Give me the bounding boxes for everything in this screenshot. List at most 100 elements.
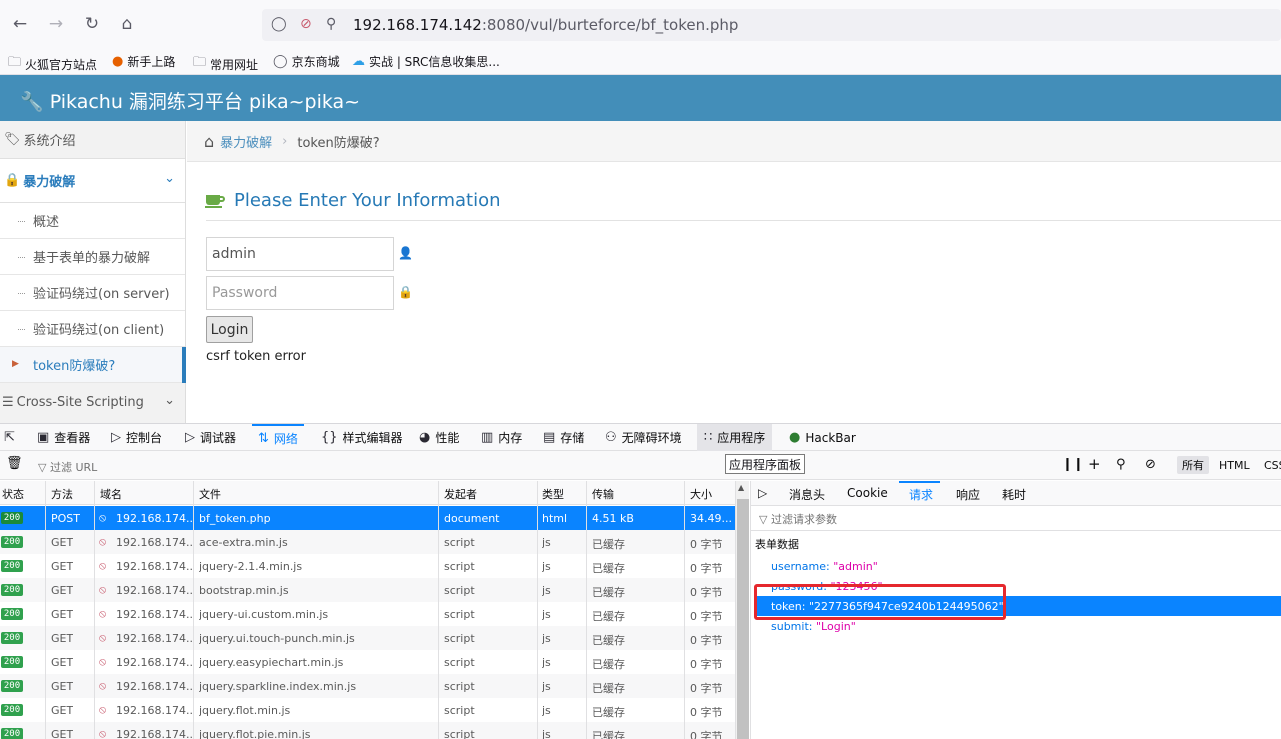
plus-icon[interactable]: +: [1088, 455, 1101, 473]
filter-all[interactable]: 所有: [1177, 456, 1209, 474]
block-icon[interactable]: ⊘: [1145, 457, 1156, 472]
sidebar-item-overview[interactable]: 概述: [0, 203, 185, 239]
inspector-icon: ▣: [37, 430, 50, 445]
status-badge: 200: [1, 632, 23, 644]
table-scrollbar[interactable]: ▲: [735, 481, 749, 739]
column-divider: [45, 481, 46, 739]
cell-initiator: document: [444, 512, 500, 525]
tab-response[interactable]: 响应: [956, 486, 980, 503]
home-icon[interactable]: ⌂: [116, 13, 138, 35]
column-method[interactable]: 方法: [51, 486, 73, 502]
cell-initiator: script: [444, 656, 475, 669]
sidebar-section-bruteforce[interactable]: 🔒 暴力破解 ⌄: [0, 159, 185, 203]
reload-icon[interactable]: ↻: [81, 13, 103, 35]
tab-accessibility[interactable]: ⚇ 无障碍环境: [605, 424, 682, 451]
cell-size: 0 字节: [690, 586, 723, 599]
filter-css[interactable]: CSS: [1259, 456, 1281, 474]
tag-icon: 🏷: [4, 132, 21, 147]
tab-timings[interactable]: 耗时: [1002, 486, 1026, 503]
tab-inspector[interactable]: ▣ 查看器: [37, 424, 90, 451]
table-row[interactable]: 200 ⦸ GET 192.168.174... ace-extra.min.js scr…: [0, 530, 736, 554]
tab-debugger[interactable]: ▷ 调试器: [185, 424, 236, 451]
sidebar-item-token[interactable]: ▶ token防爆破?: [0, 347, 186, 383]
tab-storage[interactable]: ▤ 存储: [543, 424, 584, 451]
tab-hackbar[interactable]: ● HackBar: [789, 424, 856, 451]
password-input[interactable]: Password: [206, 276, 394, 310]
table-row[interactable]: 200 ⦸ GET 192.168.174... jquery-2.1.4.min.js…: [0, 554, 736, 578]
table-row[interactable]: 200 ⦸ GET 192.168.174... jquery.easypiechart…: [0, 650, 736, 674]
table-row[interactable]: 200 ⦸ GET 192.168.174... jquery.sparkline.in…: [0, 674, 736, 698]
column-transfer[interactable]: 传输: [592, 486, 614, 502]
page-title-text: Please Enter Your Information: [234, 190, 501, 211]
bookmarks-bar: 🗀 火狐官方站点 ● 新手上路 🗀 常用网址 ◯ 京东商城 ☁ 实战 | SRC信息收集思…: [0, 48, 1281, 75]
forward-icon[interactable]: →: [45, 13, 67, 35]
table-row[interactable]: 200 ⦸ GET 192.168.174... jquery.ui.touch-pun…: [0, 626, 736, 650]
caret-right-icon: ▶: [12, 359, 19, 369]
tab-performance[interactable]: ◕ 性能: [419, 424, 459, 451]
back-icon[interactable]: ←: [9, 13, 31, 35]
trash-icon[interactable]: 🗑: [6, 456, 23, 471]
tab-cookie[interactable]: Cookie: [847, 486, 888, 500]
tab-console[interactable]: ▷ 控制台: [111, 424, 162, 451]
cell-type: html: [542, 512, 568, 525]
url-text[interactable]: 192.168.174.142:8080/vul/burteforce/bf_t…: [353, 16, 738, 34]
user-icon: 👤: [398, 246, 413, 260]
bookmark-link[interactable]: ● 新手上路: [112, 53, 175, 70]
tab-headers[interactable]: 消息头: [789, 486, 825, 503]
form-param-row[interactable]: username: "admin": [755, 556, 1281, 576]
tab-request[interactable]: 请求: [909, 486, 933, 503]
sidebar-item-intro[interactable]: 🏷 系统介绍: [0, 121, 185, 159]
search-icon[interactable]: ⚲: [1116, 457, 1126, 472]
url-host: 192.168.174.142: [353, 16, 482, 34]
pause-icon[interactable]: ❙❙: [1062, 457, 1084, 472]
table-row[interactable]: 200 ⦸ GET 192.168.174... jquery.flot.pie.min…: [0, 722, 736, 739]
login-button[interactable]: Login: [206, 316, 253, 343]
sidebar-item-captcha-client[interactable]: 验证码绕过(on client): [0, 311, 185, 347]
home-icon[interactable]: ⌂: [204, 132, 214, 151]
bookmark-folder[interactable]: 🗀 火狐官方站点: [8, 53, 97, 75]
column-type[interactable]: 类型: [542, 486, 564, 502]
sidebar-item-captcha-server[interactable]: 验证码绕过(on server): [0, 275, 185, 311]
tab-style-editor[interactable]: {} 样式编辑器: [321, 424, 403, 451]
username-input[interactable]: admin: [206, 237, 394, 271]
table-row[interactable]: 200 ⦸ GET 192.168.174... bootstrap.min.js scr…: [0, 578, 736, 602]
pick-element-icon[interactable]: ⇱: [4, 424, 15, 451]
insecure-icon[interactable]: ⊘: [300, 16, 312, 32]
table-row[interactable]: 200 ⦸ GET 192.168.174... jquery-ui.custom.mi…: [0, 602, 736, 626]
sidebar-item-form-bruteforce[interactable]: 基于表单的暴力破解: [0, 239, 185, 275]
bookmark-link[interactable]: ◯ 京东商城: [273, 53, 340, 70]
tab-memory[interactable]: ▥ 内存: [481, 424, 522, 451]
tab-network[interactable]: ⇅ 网络: [252, 424, 304, 451]
cell-method: GET: [51, 560, 74, 573]
column-divider: [94, 481, 95, 739]
insecure-icon: ⦸: [99, 727, 107, 739]
sidebar-item-xss[interactable]: ☰ Cross-Site Scripting ⌄: [0, 383, 185, 421]
breadcrumb-link[interactable]: 暴力破解: [220, 132, 272, 151]
filter-html[interactable]: HTML: [1214, 456, 1255, 474]
cell-type: js: [542, 728, 551, 739]
cell-method: GET: [51, 632, 74, 645]
cell-transfer: 已缓存: [592, 730, 625, 739]
url-filter-input[interactable]: ▽ 过滤 URL: [38, 459, 97, 475]
app-title[interactable]: 🔧 Pikachu 漏洞练习平台 pika~pika~: [20, 87, 360, 114]
params-filter-input[interactable]: ▽ 过滤请求参数: [759, 511, 837, 527]
column-file[interactable]: 文件: [199, 486, 221, 502]
url-bar[interactable]: ◯ ⊘ ⚲ 192.168.174.142:8080/vul/burteforc…: [262, 9, 1281, 41]
cell-domain: 192.168.174...: [116, 560, 192, 573]
table-row[interactable]: 200 ⦸ POST 192.168.174... bf_token.php docume…: [0, 506, 736, 530]
scrollbar-thumb[interactable]: [737, 499, 749, 739]
column-initiator[interactable]: 发起者: [444, 486, 477, 502]
bookmark-folder[interactable]: 🗀 常用网址: [193, 53, 258, 75]
tab-label: 应用程序: [717, 431, 766, 445]
scroll-up-icon[interactable]: ▲: [738, 483, 744, 492]
shield-icon[interactable]: ◯: [271, 16, 287, 32]
dock-icon[interactable]: ▷: [758, 486, 767, 500]
table-row[interactable]: 200 ⦸ GET 192.168.174... jquery.flot.min.js s…: [0, 698, 736, 722]
tab-application[interactable]: ∷ 应用程序: [697, 424, 773, 451]
bookmark-link[interactable]: ☁ 实战 | SRC信息收集思...: [352, 53, 500, 70]
column-size[interactable]: 大小: [690, 486, 712, 502]
key-icon[interactable]: ⚲: [326, 16, 336, 32]
column-status[interactable]: 状态: [2, 486, 24, 502]
tab-label: 查看器: [54, 431, 91, 445]
column-domain[interactable]: 域名: [100, 486, 122, 502]
